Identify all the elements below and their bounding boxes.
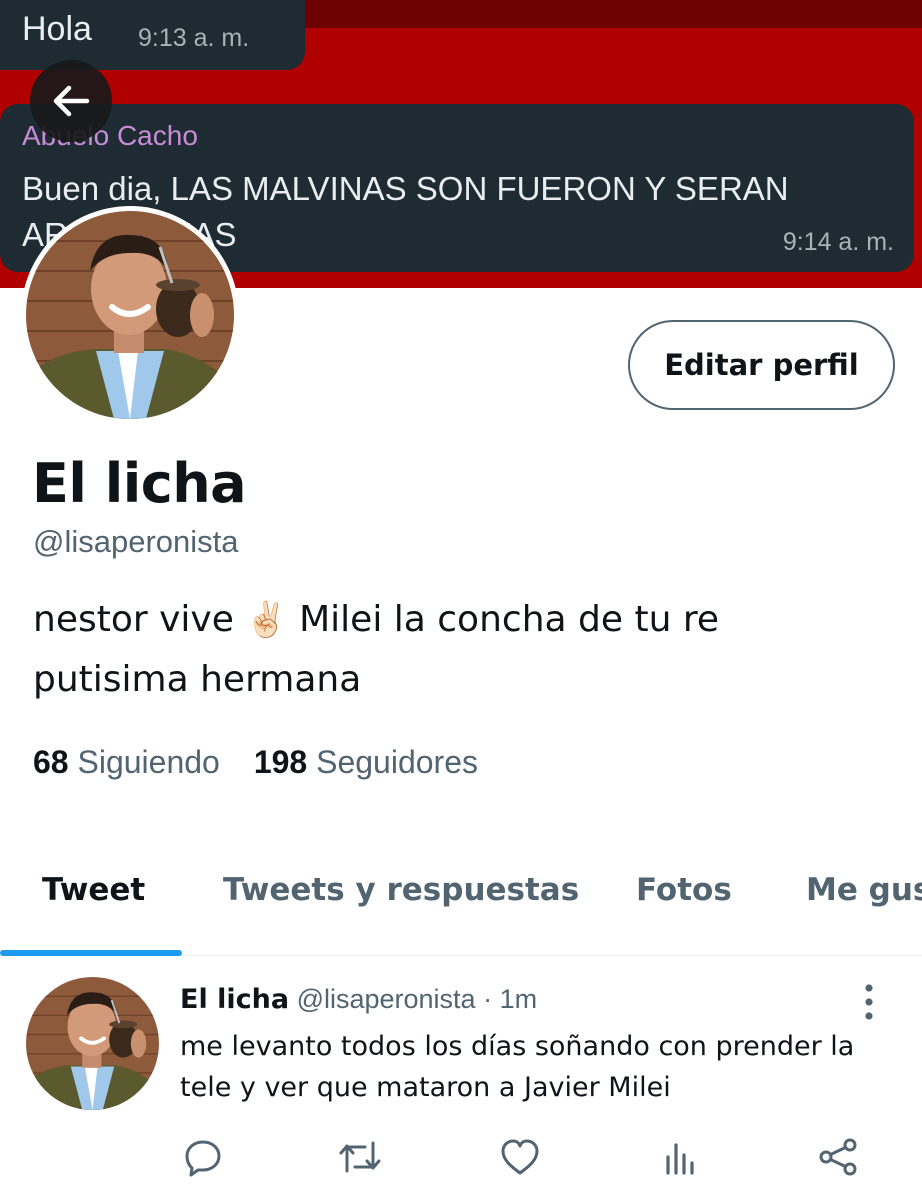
analytics-button[interactable] (657, 1134, 703, 1180)
chat-time: 9:14 a. m. (782, 228, 894, 256)
more-vertical-icon (865, 984, 873, 1020)
bio: nestor vive ✌🏻 Milei la concha de tu re … (33, 590, 833, 710)
reply-icon (185, 1140, 221, 1177)
tweet-time[interactable]: 1m (500, 984, 538, 1014)
followers-label: Seguidores (316, 744, 478, 780)
chat-time: 9:13 a. m. (138, 24, 250, 52)
reply-button[interactable] (180, 1134, 226, 1180)
share-button[interactable] (815, 1134, 861, 1180)
retweet-button[interactable] (337, 1134, 383, 1180)
display-name: El licha (32, 452, 247, 515)
tab-likes[interactable]: Me gusta (806, 872, 922, 908)
followers-count: 198 (253, 744, 308, 780)
like-button[interactable] (497, 1134, 543, 1180)
tweet-text: me levanto todos los días soñando con pr… (180, 1031, 855, 1103)
avatar-image (26, 211, 234, 419)
tab-photos[interactable]: Fotos (636, 872, 732, 908)
like-icon (501, 1139, 539, 1175)
follow-stats: 68 Siguiendo 198 Seguidores (33, 744, 478, 781)
tweet-separator: · (475, 984, 500, 1014)
analytics-icon (666, 1143, 694, 1175)
tweet-more-button[interactable] (855, 982, 883, 1022)
following-link[interactable]: 68 Siguiendo (33, 744, 220, 780)
tab-tweets-replies[interactable]: Tweets y respuestas (223, 872, 579, 908)
retweet-icon (339, 1141, 381, 1173)
back-button[interactable] (30, 60, 112, 142)
following-count: 68 (33, 744, 69, 780)
victory-hand-emoji: ✌🏻 (245, 600, 288, 640)
chat-message: Hola (22, 10, 92, 48)
profile-avatar[interactable] (21, 206, 239, 424)
followers-link[interactable]: 198 Seguidores (254, 744, 478, 780)
edit-profile-button[interactable]: Editar perfil (628, 320, 895, 410)
arrow-left-icon (53, 85, 90, 117)
handle: @lisaperonista (33, 524, 239, 559)
tweet-avatar[interactable] (26, 977, 159, 1110)
share-icon (819, 1138, 857, 1176)
tweet-header: El licha @lisaperonista · 1m (180, 984, 537, 1015)
tab-tweets[interactable]: Tweet (42, 872, 145, 908)
chat-bubble-hola: Hola 9:13 a. m. (0, 0, 305, 70)
active-tab-indicator (0, 950, 182, 956)
tweet-author-name[interactable]: El licha (180, 984, 289, 1015)
profile-tabs: Tweet Tweets y respuestas Fotos Me gusta (0, 850, 922, 956)
following-label: Siguiendo (77, 744, 220, 780)
tweet-author-handle[interactable]: @lisaperonista (297, 984, 476, 1014)
bio-text: nestor vive (33, 599, 246, 640)
